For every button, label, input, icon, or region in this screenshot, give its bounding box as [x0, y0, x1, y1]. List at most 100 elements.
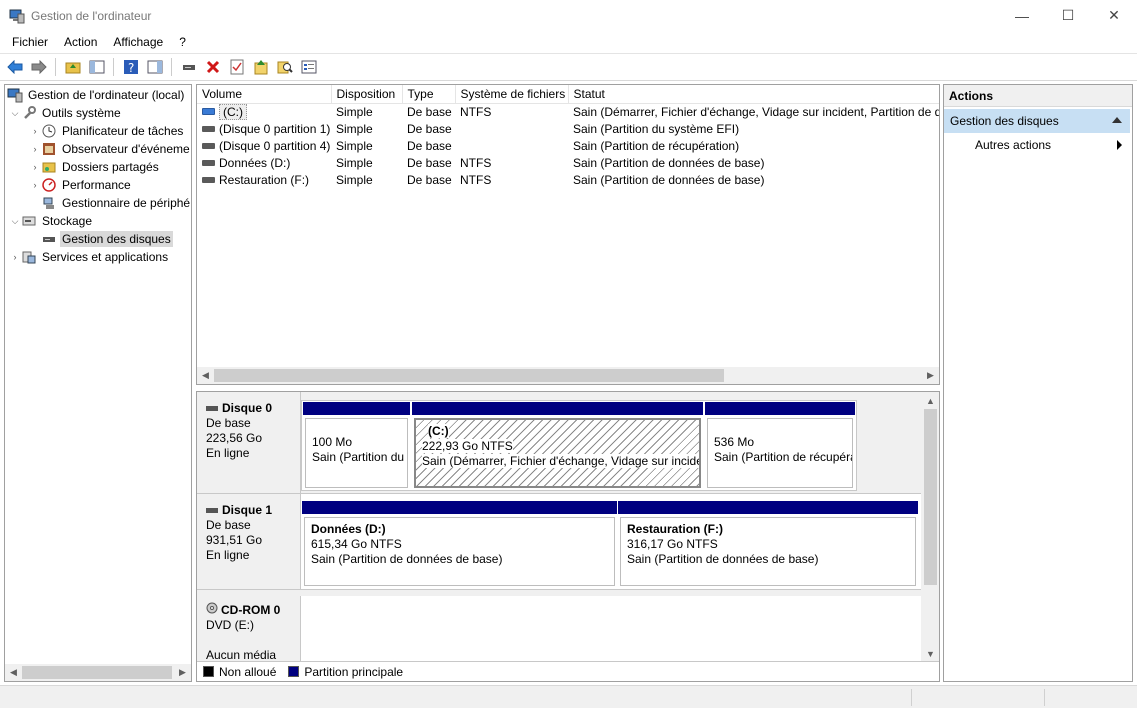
- partition-body: Données (D:) 615,34 Go NTFS Sain (Partit…: [304, 517, 615, 586]
- scroll-down-arrow-icon[interactable]: ▼: [922, 645, 939, 662]
- tree-observateur[interactable]: › Observateur d'événeme: [29, 140, 191, 158]
- expand-chevron-icon[interactable]: ›: [29, 144, 41, 154]
- scroll-right-arrow-icon[interactable]: ▶: [922, 367, 939, 384]
- col-header-type[interactable]: Type: [402, 85, 456, 104]
- primary-partition-bar: [302, 501, 617, 514]
- close-button[interactable]: ✕: [1091, 0, 1137, 31]
- expand-chevron-icon[interactable]: ›: [29, 126, 41, 136]
- up-folder-icon[interactable]: [62, 57, 83, 78]
- menu-bar: Fichier Action Affichage ?: [0, 31, 1137, 53]
- show-hide-tree-icon[interactable]: [86, 57, 107, 78]
- properties-icon[interactable]: [226, 57, 247, 78]
- table-row[interactable]: (Disque 0 partition 4) Simple De base Sa…: [197, 137, 939, 154]
- back-arrow-icon[interactable]: [4, 57, 25, 78]
- tree-horizontal-scrollbar[interactable]: ◀ ▶: [5, 664, 191, 681]
- disk-1-partition-d[interactable]: Données (D:) 615,34 Go NTFS Sain (Partit…: [302, 501, 617, 588]
- connect-drive-icon[interactable]: [178, 57, 199, 78]
- partition-body-selected: (C:) 222,93 Go NTFS Sain (Démarrer, Fich…: [414, 418, 701, 488]
- system-volume-icon: [202, 108, 215, 116]
- collapse-chevron-icon[interactable]: ⌵: [9, 216, 21, 227]
- volume-icon: [202, 159, 215, 166]
- delete-icon[interactable]: [202, 57, 223, 78]
- expand-chevron-icon[interactable]: ›: [29, 162, 41, 172]
- clock-icon: [41, 123, 57, 139]
- performance-icon: [41, 177, 57, 193]
- disk-management-icon: [41, 231, 57, 247]
- forward-arrow-icon[interactable]: [28, 57, 49, 78]
- toolbar-separator: [171, 58, 172, 76]
- collapse-chevron-icon[interactable]: ⌵: [9, 108, 21, 119]
- expand-chevron-icon[interactable]: ›: [29, 180, 41, 190]
- table-row[interactable]: Restauration (F:) Simple De base NTFS Sa…: [197, 171, 939, 188]
- tools-icon: [21, 105, 37, 121]
- tree-gestionnaire[interactable]: Gestionnaire de périphé: [41, 194, 191, 212]
- computer-management-icon: [7, 87, 23, 103]
- show-hide-action-pane-icon[interactable]: [144, 57, 165, 78]
- search-icon[interactable]: [274, 57, 295, 78]
- storage-icon: [21, 213, 37, 229]
- tree-stockage[interactable]: ⌵ Stockage: [9, 212, 94, 230]
- services-icon: [21, 249, 37, 265]
- col-header-disposition[interactable]: Disposition: [331, 85, 403, 104]
- menu-action[interactable]: Action: [56, 35, 105, 49]
- help-icon[interactable]: ?: [120, 57, 141, 78]
- scroll-left-arrow-icon[interactable]: ◀: [197, 367, 214, 384]
- shared-folder-icon: [41, 159, 57, 175]
- disk-0-row[interactable]: Disque 0 De base 223,56 Go En ligne 100 …: [197, 392, 921, 494]
- partition-body: 100 Mo Sain (Partition du: [305, 418, 408, 488]
- tree-services-applications[interactable]: › Services et applications: [9, 248, 170, 266]
- collapse-caret-icon[interactable]: [1112, 117, 1122, 123]
- actions-section-gestion-disques[interactable]: Gestion des disques: [944, 109, 1130, 133]
- tree-dossiers-partages[interactable]: › Dossiers partagés: [29, 158, 161, 176]
- disk-1-info[interactable]: Disque 1 De base 931,51 Go En ligne: [197, 494, 301, 589]
- tree-planificateur[interactable]: › Planificateur de tâches: [29, 122, 185, 140]
- disk-0-partition-recovery[interactable]: 536 Mo Sain (Partition de récupéra: [705, 402, 855, 490]
- tree-outils-systeme[interactable]: ⌵ Outils système: [9, 104, 123, 122]
- tree-performance[interactable]: › Performance: [29, 176, 133, 194]
- volume-horizontal-scrollbar[interactable]: ◀ ▶: [197, 367, 939, 384]
- disk-0-partition-efi[interactable]: 100 Mo Sain (Partition du: [303, 402, 410, 490]
- disk-1-partition-f[interactable]: Restauration (F:) 316,17 Go NTFS Sain (P…: [618, 501, 918, 588]
- scroll-thumb[interactable]: [214, 369, 724, 382]
- tree-gestion-disques[interactable]: Gestion des disques: [41, 230, 173, 248]
- scroll-left-arrow-icon[interactable]: ◀: [5, 664, 22, 681]
- minimize-button[interactable]: —: [999, 0, 1045, 31]
- scroll-thumb[interactable]: [924, 409, 937, 585]
- device-manager-icon: [41, 195, 57, 211]
- col-header-volume[interactable]: Volume: [197, 85, 332, 104]
- primary-partition-bar: [618, 501, 918, 514]
- primary-partition-bar: [412, 402, 703, 415]
- scroll-thumb[interactable]: [22, 666, 172, 679]
- scroll-up-arrow-icon[interactable]: ▲: [922, 392, 939, 409]
- maximize-button[interactable]: ☐: [1045, 0, 1091, 31]
- menu-affichage[interactable]: Affichage: [105, 35, 171, 49]
- cdrom-0-row[interactable]: CD-ROM 0 DVD (E:) Aucun média: [197, 596, 921, 662]
- legend-primary-label: Partition principale: [304, 664, 404, 679]
- toolbar-separator: [113, 58, 114, 76]
- table-row[interactable]: Données (D:) Simple De base NTFS Sain (P…: [197, 154, 939, 171]
- scroll-right-arrow-icon[interactable]: ▶: [174, 664, 191, 681]
- menu-help[interactable]: ?: [171, 35, 194, 49]
- toolbar: ?: [0, 53, 1137, 81]
- table-row[interactable]: (Disque 0 partition 1) Simple De base Sa…: [197, 120, 939, 137]
- table-row[interactable]: (C:) Simple De base NTFS Sain (Démarrer,…: [197, 103, 939, 120]
- expand-chevron-icon[interactable]: ›: [9, 252, 21, 262]
- cdrom-0-info[interactable]: CD-ROM 0 DVD (E:) Aucun média: [197, 596, 301, 662]
- disk-0-partition-c[interactable]: (C:) 222,93 Go NTFS Sain (Démarrer, Fich…: [412, 402, 703, 490]
- console-icon[interactable]: [298, 57, 319, 78]
- col-header-statut[interactable]: Statut: [568, 85, 939, 104]
- disk-0-info[interactable]: Disque 0 De base 223,56 Go En ligne: [197, 392, 301, 493]
- status-segment: [1044, 689, 1045, 706]
- volume-icon: [202, 176, 215, 183]
- menu-fichier[interactable]: Fichier: [4, 35, 56, 49]
- export-icon[interactable]: [250, 57, 271, 78]
- partition-body: 536 Mo Sain (Partition de récupéra: [707, 418, 853, 488]
- disk-1-row[interactable]: Disque 1 De base 931,51 Go En ligne Donn…: [197, 494, 921, 590]
- status-bar: [0, 685, 1137, 708]
- col-header-filesystem[interactable]: Système de fichiers: [455, 85, 569, 104]
- tree-root[interactable]: Gestion de l'ordinateur (local): [7, 86, 186, 104]
- actions-pane: Actions Gestion des disques Autres actio…: [943, 84, 1133, 682]
- event-viewer-icon: [41, 141, 57, 157]
- disk-view-vertical-scrollbar[interactable]: ▲ ▼: [922, 392, 939, 662]
- autres-actions-item[interactable]: Autres actions: [944, 133, 1132, 157]
